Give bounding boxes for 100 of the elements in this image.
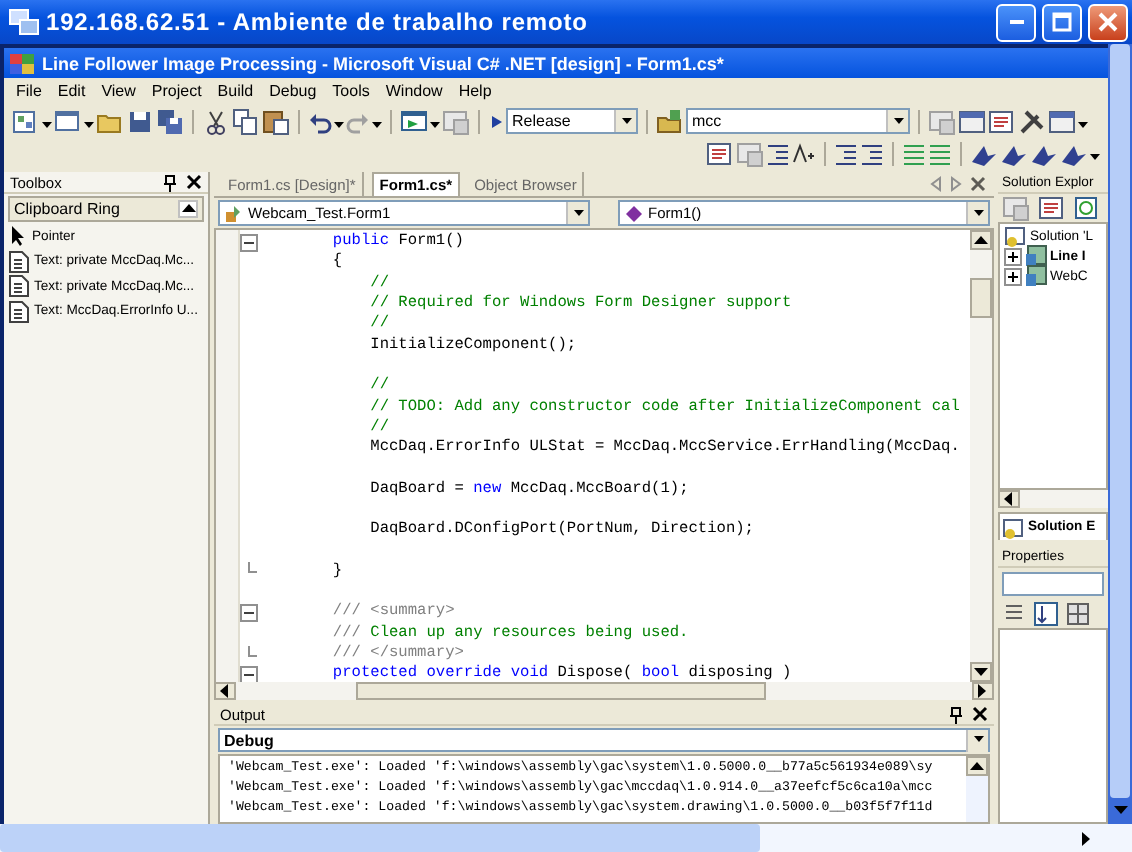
app-icon	[8, 49, 36, 77]
comment-icon[interactable]	[928, 141, 952, 165]
dropdown-arrow-icon	[973, 736, 983, 744]
indent-icon[interactable]	[834, 141, 858, 165]
dropdown-button[interactable]	[966, 202, 988, 224]
panel-close-icon[interactable]	[972, 706, 988, 722]
scroll-left-button[interactable]	[998, 490, 1020, 508]
scrollbar-thumb[interactable]	[970, 278, 992, 318]
sort-icon[interactable]	[1034, 602, 1058, 626]
menu-item[interactable]: Debug	[261, 82, 325, 100]
new-project-icon[interactable]	[12, 107, 40, 135]
scrollbar[interactable]	[0, 824, 1132, 852]
indent-icon[interactable]	[766, 141, 790, 165]
form-icon[interactable]	[1048, 107, 1076, 135]
bookmark-icon[interactable]	[1000, 141, 1028, 165]
fold-toggle-icon[interactable]	[240, 665, 258, 684]
down-arrow-icon	[974, 667, 988, 677]
bookmark-icon[interactable]	[1030, 141, 1058, 165]
undo-icon[interactable]	[308, 109, 332, 133]
properties-icon[interactable]	[988, 107, 1016, 135]
bookmark-icon[interactable]	[1060, 141, 1088, 165]
find-icon[interactable]	[656, 107, 684, 135]
properties-icon[interactable]	[1038, 194, 1066, 222]
scroll-up-button[interactable]	[966, 756, 988, 776]
project-icon	[1024, 244, 1048, 268]
dropdown-button[interactable]	[566, 202, 588, 224]
indent-icon[interactable]	[860, 141, 884, 165]
grid-icon[interactable]	[1066, 602, 1090, 626]
code-editor[interactable]	[240, 230, 970, 682]
dropdown-button[interactable]	[614, 110, 636, 132]
output-pane-dropdown[interactable]: Debug	[218, 728, 990, 752]
menu-item[interactable]: Window	[377, 82, 451, 100]
save-icon[interactable]	[126, 107, 154, 135]
scrollbar-thumb[interactable]	[1110, 44, 1130, 798]
up-arrow-icon	[970, 761, 984, 771]
dropdown-arrow-icon	[621, 117, 631, 125]
menu-item[interactable]: Project	[143, 82, 210, 100]
cut-icon[interactable]	[202, 107, 230, 135]
scroll-left-button[interactable]	[214, 682, 236, 700]
right-arrow-icon[interactable]	[1082, 831, 1092, 845]
down-arrow-icon[interactable]	[1113, 806, 1127, 816]
scroll-right-icon[interactable]	[950, 176, 962, 192]
computers-icon	[8, 6, 40, 38]
pin-icon[interactable]	[948, 705, 964, 723]
solution-icon	[1002, 515, 1026, 539]
close-icon	[1098, 12, 1118, 32]
menu-item[interactable]: Help	[450, 82, 500, 100]
scroll-up-button[interactable]	[970, 230, 992, 250]
scrollbar[interactable]	[214, 682, 994, 700]
pointer-icon	[8, 224, 28, 249]
find-combo[interactable]: mcc	[686, 108, 910, 134]
dropdown-arrow-icon	[573, 209, 583, 217]
scroll-right-button[interactable]	[972, 682, 994, 700]
window-title: Line Follower Image Processing - Microsoft Visual C# .NET [design] - Form1.cs*	[42, 53, 724, 73]
pin-icon[interactable]	[162, 173, 178, 191]
scrollbar[interactable]	[998, 490, 1108, 508]
minimize-button[interactable]	[996, 3, 1036, 41]
toolbox-tab[interactable]: Clipboard Ring	[8, 196, 204, 222]
scroll-left-icon[interactable]	[930, 176, 942, 192]
close-button[interactable]	[1088, 3, 1128, 41]
fold-toggle-icon[interactable]	[240, 233, 258, 252]
menu-item[interactable]: Build	[209, 82, 262, 100]
form-icon[interactable]	[958, 107, 986, 135]
scroll-down-button[interactable]	[970, 662, 992, 682]
scrollbar-thumb[interactable]	[0, 824, 760, 852]
paste-icon[interactable]	[262, 107, 290, 135]
scrollbar-thumb[interactable]	[356, 682, 766, 700]
menu-item[interactable]: View	[93, 82, 144, 100]
properties-icon[interactable]	[706, 139, 734, 167]
menu-item[interactable]: File	[8, 82, 50, 100]
left-arrow-icon	[1004, 492, 1014, 506]
tools-icon[interactable]	[1018, 107, 1046, 135]
up-arrow-icon	[974, 235, 988, 245]
up-arrow-icon	[181, 204, 195, 214]
menu-item[interactable]: Edit	[49, 82, 94, 100]
configuration-dropdown[interactable]: Release	[506, 108, 638, 134]
dropdown-arrow-icon	[893, 117, 903, 125]
text-document-icon	[8, 249, 30, 274]
minimize-icon	[1009, 20, 1023, 24]
text-size-icon[interactable]	[792, 141, 816, 165]
menu-item[interactable]: Tools	[324, 82, 378, 100]
expander-icon[interactable]	[1004, 247, 1022, 265]
save-all-icon[interactable]	[156, 107, 184, 135]
scroll-up-button[interactable]	[178, 200, 198, 218]
refresh-icon[interactable]	[1074, 196, 1098, 220]
comment-icon[interactable]	[902, 141, 926, 165]
maximize-button[interactable]	[1042, 3, 1082, 41]
scrollbar[interactable]	[970, 230, 992, 682]
bookmark-icon[interactable]	[970, 141, 998, 165]
copy-icon[interactable]	[232, 107, 260, 135]
expander-icon[interactable]	[1004, 267, 1022, 285]
start-icon[interactable]	[400, 107, 428, 135]
dropdown-button[interactable]	[966, 729, 988, 751]
add-item-icon[interactable]	[54, 107, 82, 135]
fold-toggle-icon[interactable]	[240, 603, 258, 622]
panel-close-icon[interactable]	[186, 174, 202, 190]
project-icon	[1024, 264, 1048, 288]
scrollbar[interactable]	[1108, 44, 1132, 824]
dropdown-button[interactable]	[886, 110, 908, 132]
scrollbar[interactable]	[966, 756, 988, 822]
